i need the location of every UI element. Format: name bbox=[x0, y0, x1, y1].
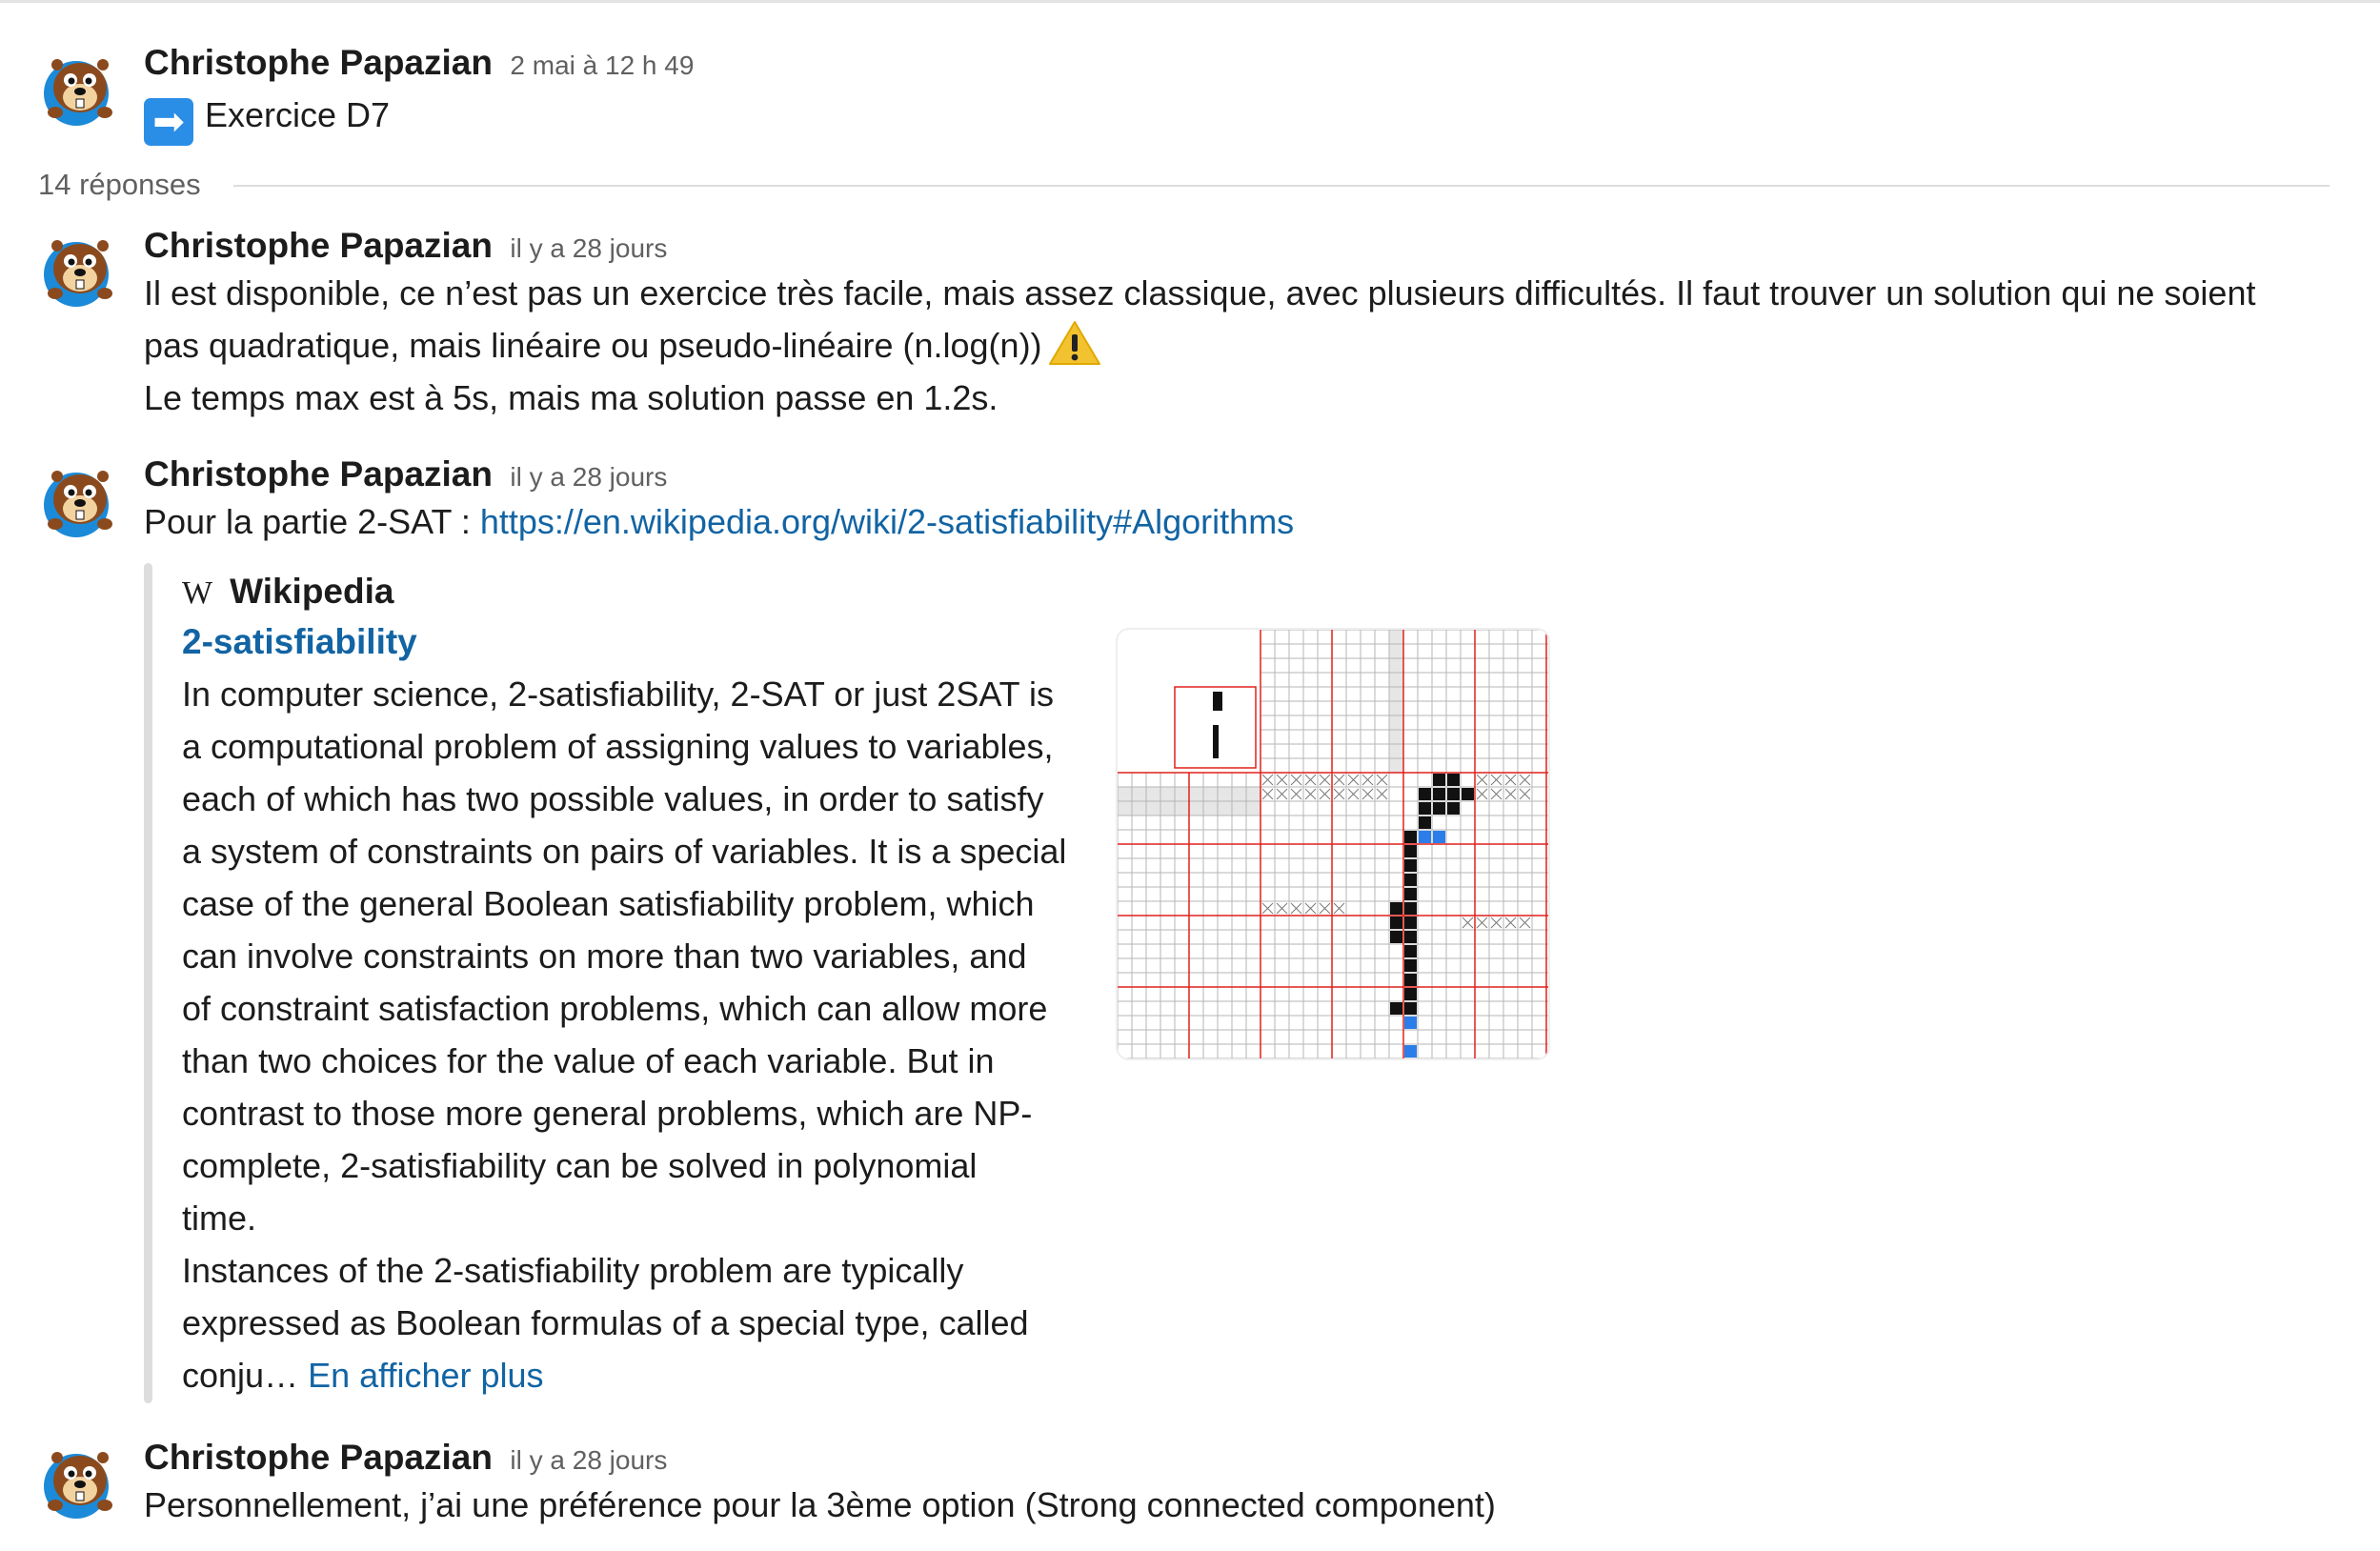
description-line: a computational problem of assigning val… bbox=[182, 727, 1054, 766]
description-line: expressed as Boolean formulas of a speci… bbox=[182, 1303, 1029, 1342]
timestamp[interactable]: il y a 28 jours bbox=[510, 1445, 667, 1475]
attachment-bar bbox=[144, 563, 152, 1403]
message-text-line: Le temps max est à 5s, mais ma solution … bbox=[144, 378, 998, 417]
beaver-avatar-icon bbox=[44, 471, 112, 537]
message-text-line: Il est disponible, ce n’est pas un exerc… bbox=[144, 273, 2256, 312]
replies-count: 14 réponses bbox=[38, 164, 228, 206]
beaver-avatar-icon bbox=[44, 1452, 112, 1519]
warning-icon bbox=[1048, 319, 1101, 367]
author-name[interactable]: Christophe Papazian bbox=[144, 226, 493, 265]
beaver-avatar-icon bbox=[44, 240, 112, 307]
description-line: each of which has two possible values, i… bbox=[182, 779, 1044, 818]
message-text: Pour la partie 2-SAT : bbox=[144, 502, 480, 541]
attachment-service: W Wikipedia bbox=[182, 563, 393, 620]
description-line: time. bbox=[182, 1198, 257, 1238]
avatar[interactable] bbox=[38, 461, 120, 543]
description-line: can involve constraints on more than two… bbox=[182, 937, 1027, 976]
author-name[interactable]: Christophe Papazian bbox=[144, 1438, 493, 1477]
message-text: Exercice D7 bbox=[205, 95, 391, 134]
show-more-link[interactable]: En afficher plus bbox=[308, 1356, 543, 1395]
attachment-title[interactable]: 2-satisfiability bbox=[182, 615, 417, 668]
wikipedia-icon: W bbox=[182, 575, 213, 611]
description-line: than two choices for the value of each v… bbox=[182, 1041, 995, 1080]
attachment-description: In computer science, 2-satisfiability, 2… bbox=[182, 668, 1097, 1401]
description-line: a system of constraints on pairs of vari… bbox=[182, 832, 1067, 871]
message-text: Personnellement, j’ai une préférence pou… bbox=[144, 1485, 1496, 1524]
arrow-right-icon: ➡ bbox=[144, 98, 193, 146]
avatar[interactable] bbox=[38, 1442, 120, 1524]
replies-divider: 14 réponses bbox=[38, 164, 2330, 206]
description-line: Instances of the 2-satisfiability proble… bbox=[182, 1251, 964, 1290]
link-preview: W Wikipedia 2-satisfiability In computer … bbox=[144, 563, 1573, 1403]
timestamp[interactable]: il y a 28 jours bbox=[510, 233, 667, 263]
wikipedia-link[interactable]: https://en.wikipedia.org/wiki/2-satisfia… bbox=[480, 502, 1294, 541]
description-line: complete, 2-satisfiability can be solved… bbox=[182, 1146, 978, 1185]
message-text-line: pas quadratique, mais linéaire ou pseudo… bbox=[144, 319, 2342, 372]
avatar[interactable] bbox=[38, 50, 120, 131]
divider-line bbox=[233, 185, 2330, 187]
attachment-image[interactable] bbox=[1116, 628, 1550, 1060]
description-line: of constraint satisfaction problems, whi… bbox=[182, 989, 1048, 1028]
avatar[interactable] bbox=[38, 231, 120, 312]
description-line: conju… En afficher plus bbox=[182, 1356, 544, 1395]
description-line: In computer science, 2-satisfiability, 2… bbox=[182, 675, 1055, 714]
beaver-avatar-icon bbox=[44, 59, 112, 126]
timestamp[interactable]: il y a 28 jours bbox=[510, 462, 667, 492]
description-line: contrast to those more general problems,… bbox=[182, 1094, 1033, 1133]
service-name: Wikipedia bbox=[230, 572, 394, 611]
description-line: case of the general Boolean satisfiabili… bbox=[182, 884, 1035, 923]
top-divider bbox=[0, 0, 2380, 3]
author-name[interactable]: Christophe Papazian bbox=[144, 454, 493, 494]
timestamp[interactable]: 2 mai à 12 h 49 bbox=[510, 50, 694, 80]
author-name[interactable]: Christophe Papazian bbox=[144, 43, 493, 82]
nonogram-puzzle-image bbox=[1118, 630, 1548, 1058]
